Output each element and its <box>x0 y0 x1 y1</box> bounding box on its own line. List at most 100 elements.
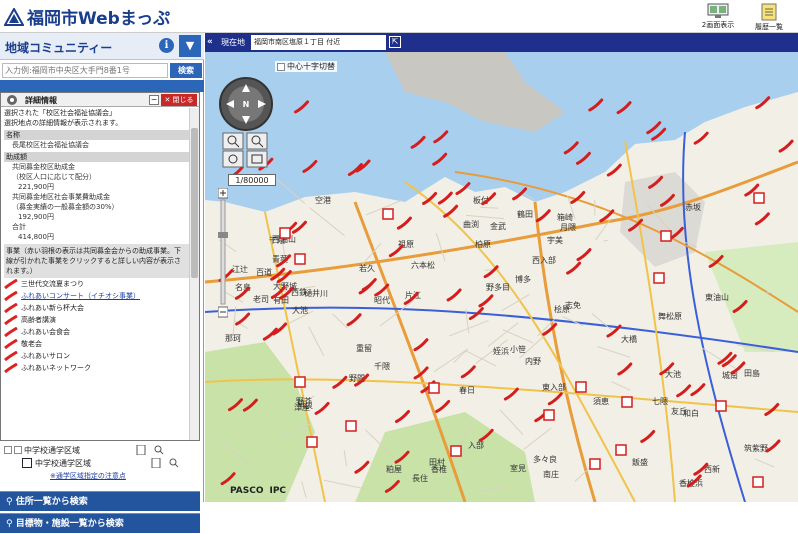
tree-row-school-district[interactable]: 中学校通学区域 <box>4 444 164 456</box>
place-label: 重留 <box>356 343 372 353</box>
community-building-marker[interactable] <box>544 410 554 420</box>
document-icon[interactable] <box>136 445 146 455</box>
place-label: 筑紫野 <box>744 443 768 453</box>
place-label: 志免 <box>565 300 581 310</box>
community-building-marker[interactable] <box>346 421 356 431</box>
community-building-marker[interactable] <box>429 383 439 393</box>
collapse-sidebar-button[interactable]: « <box>207 37 213 47</box>
compass-north-label: N <box>243 100 250 109</box>
place-label: 東入部 <box>542 382 566 392</box>
community-building-marker[interactable] <box>590 459 600 469</box>
place-label: 金武 <box>490 221 506 231</box>
project-item: 高齢者講演 <box>4 314 189 326</box>
grant-line: 共同募金地区社会事業費助成金 <box>4 192 189 202</box>
place-label: 野多目 <box>486 282 510 292</box>
place-label: 鶴田 <box>517 209 533 219</box>
detail-line: 選択地点の詳細情報が表示されます。 <box>4 118 189 128</box>
detail-scrollbar[interactable] <box>189 108 199 441</box>
area-zoom-tool[interactable] <box>247 151 267 167</box>
address-search-input[interactable] <box>2 63 168 78</box>
grant-header: 助成額 <box>4 152 189 162</box>
dual-view-button[interactable]: 2画面表示 <box>694 0 742 33</box>
center-cross-toggle[interactable]: 中心十字切替 <box>275 61 337 72</box>
zoom-in-tool[interactable] <box>223 133 243 149</box>
magnifier-icon[interactable] <box>169 458 179 468</box>
community-building-marker[interactable] <box>654 273 664 283</box>
expand-checkbox[interactable] <box>4 446 12 454</box>
zoom-handle[interactable] <box>218 232 228 238</box>
current-location-value: 福岡市南区塩原１丁目 付近 <box>251 35 386 50</box>
place-label: 大橋 <box>621 334 637 344</box>
zoom-slider[interactable] <box>218 188 228 318</box>
community-building-marker[interactable] <box>295 377 305 387</box>
layer-dropdown-button[interactable]: ▼ <box>179 35 201 57</box>
map-canvas[interactable]: 津屋赤坂博多六本松大橋野間西新香椎舞松原青葉早良南庄昭代祖原城南七隈千隈野芥田島… <box>205 52 798 502</box>
copyright-ipc: IPC <box>269 486 286 496</box>
panel-tab-strip <box>0 80 204 92</box>
place-label: 那珂 <box>225 334 241 343</box>
info-icon[interactable]: i <box>159 38 174 53</box>
tree-row-school-district-child[interactable]: 中学校通学区域 <box>22 457 179 469</box>
magnifier-icon[interactable] <box>154 445 164 455</box>
scale-readout: 1/80000 <box>228 174 276 186</box>
grant-line: 221,900円 <box>4 182 189 192</box>
place-label: 須恵 <box>593 396 609 406</box>
base-map[interactable]: 津屋赤坂博多六本松大橋野間西新香椎舞松原青葉早良南庄昭代祖原城南七隈千隈野芥田島… <box>205 52 798 502</box>
red-feather-icon <box>4 303 18 313</box>
grant-line: 合計 <box>4 222 189 232</box>
district-notice-link[interactable]: ※通学区域指定の注意点 <box>50 470 126 482</box>
detail-body: 選択された「校区社会福祉協議会」 選択地点の詳細情報が表示されます。 名称 長尾… <box>4 108 189 441</box>
community-building-marker[interactable] <box>295 254 305 264</box>
community-building-marker[interactable] <box>451 446 461 456</box>
detail-title: 詳細情報 <box>25 95 57 106</box>
project-item-label: ふれあいネットワーク <box>21 363 91 373</box>
rotate-tool[interactable] <box>223 151 243 167</box>
app-logo[interactable]: 福岡市Webまっぷ <box>4 4 170 29</box>
document-icon[interactable] <box>151 458 161 468</box>
project-item-label: 敬老会 <box>21 339 42 349</box>
community-building-marker[interactable] <box>616 445 626 455</box>
project-item[interactable]: ふれあいコンサート（イチオシ事業） <box>4 290 189 302</box>
community-building-marker[interactable] <box>383 209 393 219</box>
community-building-marker[interactable] <box>622 397 632 407</box>
current-location-label: 現在地 <box>221 37 245 48</box>
layer-checkbox[interactable] <box>14 446 22 454</box>
address-search-button[interactable]: 検索 <box>170 63 202 78</box>
zoom-out-tool[interactable] <box>247 133 267 149</box>
place-label: 若久 <box>359 263 375 273</box>
landmark-list-search-button[interactable]: ⚲ 目標物・施設一覧から検索 <box>0 513 200 533</box>
expand-icon[interactable]: ⇱ <box>389 36 401 48</box>
pan-compass-icon[interactable]: N <box>218 76 274 132</box>
address-list-search-button[interactable]: ⚲ 住所一覧から検索 <box>0 491 200 511</box>
project-item-label: ふれあいコンサート（イチオシ事業） <box>21 291 140 301</box>
project-item-label: 高齢者講演 <box>21 315 56 325</box>
community-building-marker[interactable] <box>307 437 317 447</box>
community-building-marker[interactable] <box>576 382 586 392</box>
center-cross-checkbox[interactable] <box>277 63 285 71</box>
place-label: 多々良 <box>533 454 557 464</box>
map-location-bar: « 現在地 福岡市南区塩原１丁目 付近 ⇱ <box>205 33 798 52</box>
community-building-marker[interactable] <box>753 477 763 487</box>
place-label: 曲渕 <box>463 219 479 229</box>
minor-road <box>485 270 493 271</box>
community-building-marker[interactable] <box>716 401 726 411</box>
place-label: 赤坂 <box>685 202 701 212</box>
tree-row-label: 中学校通学区域 <box>24 445 80 456</box>
community-building-marker[interactable] <box>280 228 290 238</box>
place-label: 東油山 <box>705 292 729 302</box>
history-button[interactable]: 履歴一覧 <box>745 0 793 33</box>
scrollbar-thumb[interactable] <box>191 128 198 278</box>
close-button[interactable]: ✕ 閉じる <box>161 94 197 106</box>
place-label: 空港 <box>315 195 331 205</box>
community-building-marker[interactable] <box>754 193 764 203</box>
project-item: ふれあい新ら杯大会 <box>4 302 189 314</box>
community-building-marker[interactable] <box>661 231 671 241</box>
place-label: 博多 <box>515 274 531 284</box>
minimize-button[interactable]: − <box>149 95 159 105</box>
red-feather-icon <box>4 315 18 325</box>
project-item: ふれあいネットワーク <box>4 362 189 374</box>
map-navigation-control[interactable]: N <box>218 76 274 132</box>
place-label: 千隈 <box>374 361 390 371</box>
layer-tree: 中学校通学区域 中学校通学区域 ※通学区域指定の注意点 <box>0 441 200 491</box>
zoom-tool-buttons[interactable] <box>222 132 272 168</box>
